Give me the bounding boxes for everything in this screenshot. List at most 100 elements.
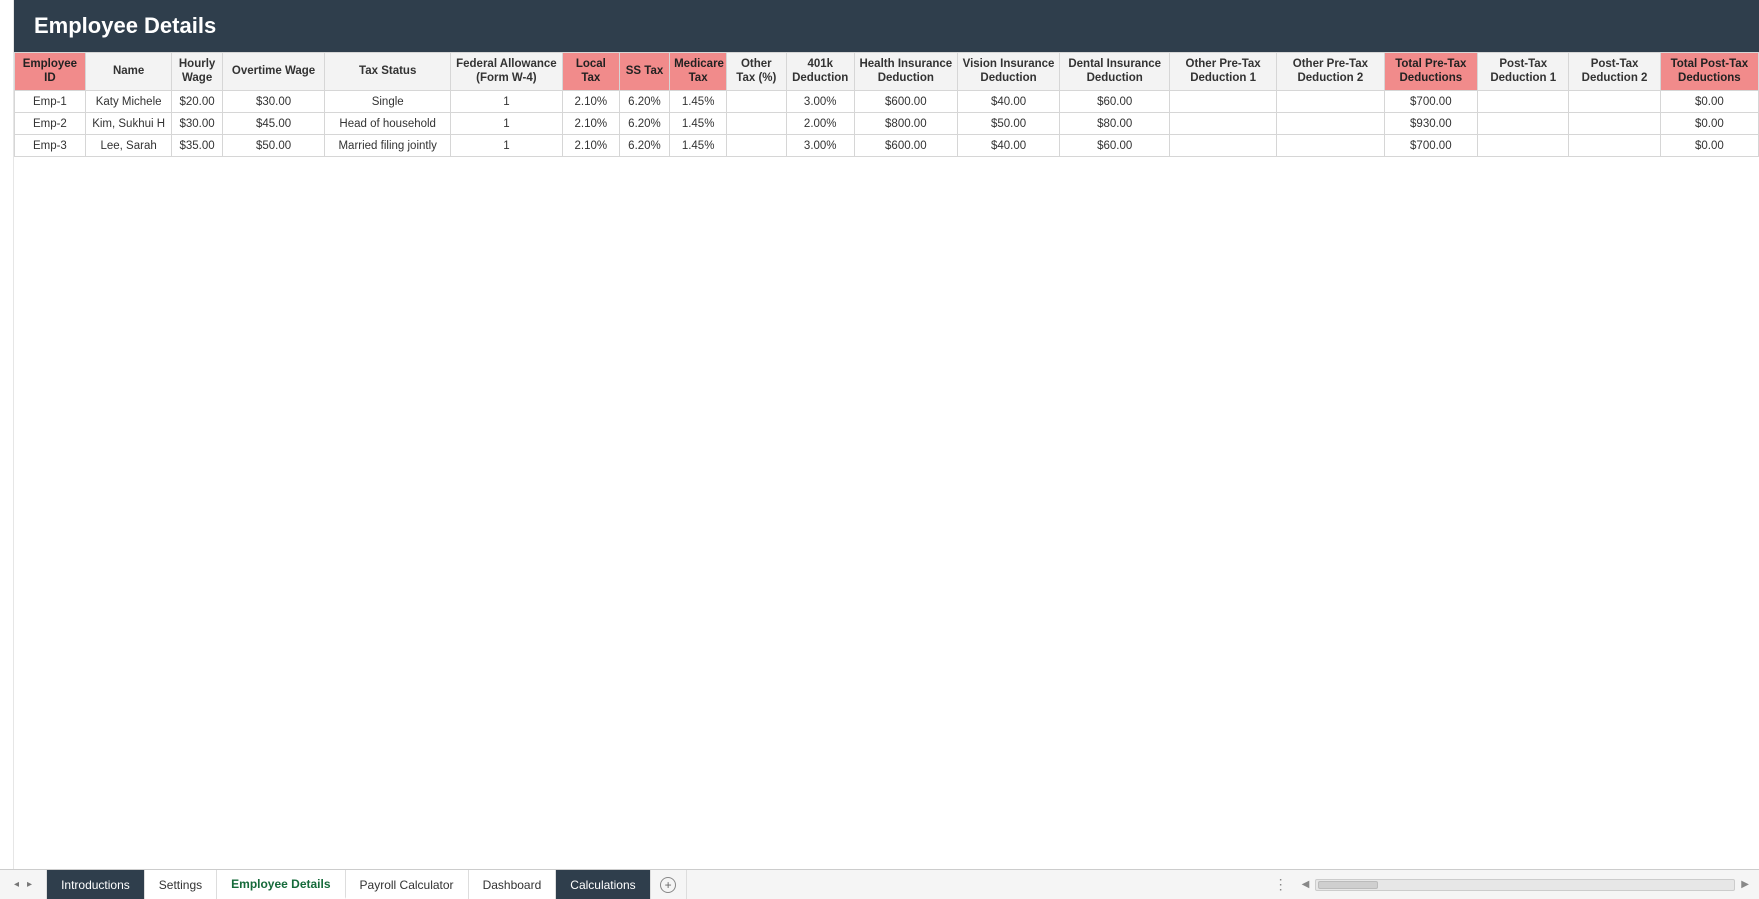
cell-k401[interactable]: 3.00% (786, 91, 854, 113)
column-header-pre1[interactable]: Other Pre-Tax Deduction 1 (1169, 53, 1276, 91)
cell-post1[interactable] (1478, 135, 1569, 157)
cell-post2[interactable] (1569, 135, 1660, 157)
cell-local_tax[interactable]: 2.10% (562, 91, 619, 113)
cell-name[interactable]: Lee, Sarah (85, 135, 172, 157)
tab-dashboard[interactable]: Dashboard (469, 870, 557, 899)
cell-tax_status[interactable]: Married filing jointly (325, 135, 451, 157)
cell-total_pre[interactable]: $700.00 (1384, 91, 1478, 113)
cell-dental[interactable]: $60.00 (1060, 91, 1170, 113)
cell-other_tax[interactable] (727, 91, 786, 113)
tab-payroll-calculator[interactable]: Payroll Calculator (346, 870, 469, 899)
column-header-emp_id[interactable]: Employee ID (15, 53, 86, 91)
app-root: Employee Details Employee IDNameHourly W… (0, 0, 1759, 899)
cell-pre2[interactable] (1277, 91, 1384, 113)
sheet-nav-next-icon[interactable]: ▸ (27, 879, 32, 890)
cell-vision[interactable]: $50.00 (957, 113, 1060, 135)
cell-ss_tax[interactable]: 6.20% (619, 135, 669, 157)
cell-pre2[interactable] (1277, 113, 1384, 135)
cell-name[interactable]: Katy Michele (85, 91, 172, 113)
cell-emp_id[interactable]: Emp-2 (15, 113, 86, 135)
sheet-nav-prev-icon[interactable]: ◂ (14, 879, 19, 890)
column-header-pre2[interactable]: Other Pre-Tax Deduction 2 (1277, 53, 1384, 91)
cell-emp_id[interactable]: Emp-1 (15, 91, 86, 113)
column-header-k401[interactable]: 401k Deduction (786, 53, 854, 91)
cell-other_tax[interactable] (727, 113, 786, 135)
scroll-thumb[interactable] (1318, 881, 1378, 889)
scroll-left-icon[interactable]: ◀ (1302, 879, 1310, 890)
cell-health[interactable]: $600.00 (854, 135, 957, 157)
cell-local_tax[interactable]: 2.10% (562, 113, 619, 135)
cell-pre1[interactable] (1169, 113, 1276, 135)
column-header-local_tax[interactable]: Local Tax (562, 53, 619, 91)
cell-pre1[interactable] (1169, 91, 1276, 113)
column-header-post1[interactable]: Post-Tax Deduction 1 (1478, 53, 1569, 91)
cell-k401[interactable]: 2.00% (786, 113, 854, 135)
employee-table[interactable]: Employee IDNameHourly WageOvertime WageT… (14, 52, 1759, 157)
column-header-total_post[interactable]: Total Post-Tax Deductions (1660, 53, 1758, 91)
cell-local_tax[interactable]: 2.10% (562, 135, 619, 157)
cell-dental[interactable]: $80.00 (1060, 113, 1170, 135)
column-header-other_tax[interactable]: Other Tax (%) (727, 53, 786, 91)
cell-tax_status[interactable]: Single (325, 91, 451, 113)
cell-health[interactable]: $800.00 (854, 113, 957, 135)
tab-settings[interactable]: Settings (145, 870, 217, 899)
cell-name[interactable]: Kim, Sukhui H (85, 113, 172, 135)
horizontal-scrollbar[interactable]: ⋮ ◀ ▶ (1264, 870, 1759, 899)
cell-health[interactable]: $600.00 (854, 91, 957, 113)
cell-overtime[interactable]: $50.00 (222, 135, 325, 157)
cell-total_post[interactable]: $0.00 (1660, 135, 1758, 157)
cell-post2[interactable] (1569, 91, 1660, 113)
cell-medicare[interactable]: 1.45% (670, 113, 727, 135)
cell-pre2[interactable] (1277, 135, 1384, 157)
scroll-track[interactable] (1315, 879, 1735, 891)
cell-hourly[interactable]: $20.00 (172, 91, 222, 113)
cell-medicare[interactable]: 1.45% (670, 135, 727, 157)
cell-fed_allow[interactable]: 1 (450, 113, 562, 135)
column-header-fed_allow[interactable]: Federal Allowance (Form W-4) (450, 53, 562, 91)
column-header-hourly[interactable]: Hourly Wage (172, 53, 222, 91)
column-header-overtime[interactable]: Overtime Wage (222, 53, 325, 91)
column-header-name[interactable]: Name (85, 53, 172, 91)
cell-pre1[interactable] (1169, 135, 1276, 157)
column-header-vision[interactable]: Vision Insurance Deduction (957, 53, 1060, 91)
cell-total_pre[interactable]: $930.00 (1384, 113, 1478, 135)
cell-tax_status[interactable]: Head of household (325, 113, 451, 135)
cell-hourly[interactable]: $30.00 (172, 113, 222, 135)
cell-ss_tax[interactable]: 6.20% (619, 113, 669, 135)
cell-overtime[interactable]: $45.00 (222, 113, 325, 135)
cell-vision[interactable]: $40.00 (957, 135, 1060, 157)
cell-overtime[interactable]: $30.00 (222, 91, 325, 113)
cell-total_post[interactable]: $0.00 (1660, 113, 1758, 135)
column-header-total_pre[interactable]: Total Pre-Tax Deductions (1384, 53, 1478, 91)
column-header-medicare[interactable]: Medicare Tax (670, 53, 727, 91)
cell-ss_tax[interactable]: 6.20% (619, 91, 669, 113)
tab-employee-details[interactable]: Employee Details (217, 870, 345, 899)
cell-fed_allow[interactable]: 1 (450, 91, 562, 113)
cell-hourly[interactable]: $35.00 (172, 135, 222, 157)
tab-calculations[interactable]: Calculations (556, 870, 650, 899)
content-area: Employee Details Employee IDNameHourly W… (0, 0, 1759, 869)
cell-fed_allow[interactable]: 1 (450, 135, 562, 157)
scroll-grip-icon: ⋮ (1274, 876, 1290, 893)
cell-post1[interactable] (1478, 91, 1569, 113)
sheet-tabs: IntroductionsSettingsEmployee DetailsPay… (47, 870, 651, 899)
cell-post1[interactable] (1478, 113, 1569, 135)
cell-total_pre[interactable]: $700.00 (1384, 135, 1478, 157)
cell-total_post[interactable]: $0.00 (1660, 91, 1758, 113)
cell-medicare[interactable]: 1.45% (670, 91, 727, 113)
column-header-ss_tax[interactable]: SS Tax (619, 53, 669, 91)
column-header-dental[interactable]: Dental Insurance Deduction (1060, 53, 1170, 91)
tab-introductions[interactable]: Introductions (47, 870, 145, 899)
cell-emp_id[interactable]: Emp-3 (15, 135, 86, 157)
cell-k401[interactable]: 3.00% (786, 135, 854, 157)
row-header-gutter[interactable] (0, 0, 14, 869)
column-header-tax_status[interactable]: Tax Status (325, 53, 451, 91)
column-header-post2[interactable]: Post-Tax Deduction 2 (1569, 53, 1660, 91)
cell-other_tax[interactable] (727, 135, 786, 157)
cell-dental[interactable]: $60.00 (1060, 135, 1170, 157)
scroll-right-icon[interactable]: ▶ (1741, 879, 1749, 890)
cell-vision[interactable]: $40.00 (957, 91, 1060, 113)
add-sheet-button[interactable]: + (651, 870, 687, 899)
cell-post2[interactable] (1569, 113, 1660, 135)
column-header-health[interactable]: Health Insurance Deduction (854, 53, 957, 91)
